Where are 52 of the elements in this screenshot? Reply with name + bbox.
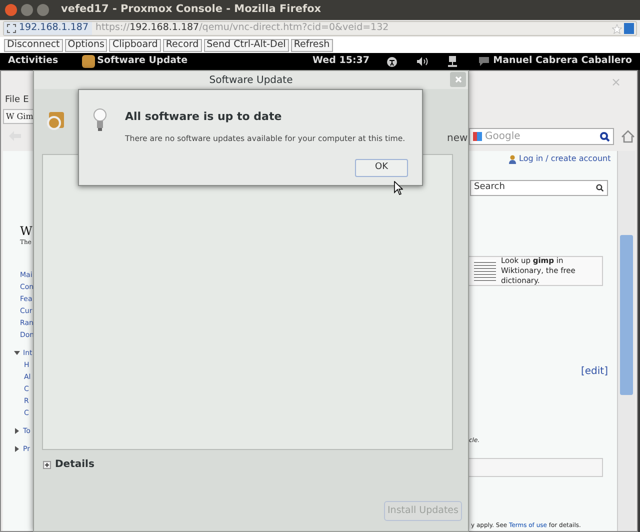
menu-item[interactable]: File: [5, 94, 20, 108]
ok-button[interactable]: OK: [355, 159, 408, 177]
toolbar-button[interactable]: Options: [64, 38, 108, 52]
home-icon[interactable]: [621, 130, 635, 143]
window-title: vefed17 - Proxmox Console - Mozilla Firefox: [61, 2, 322, 18]
clock[interactable]: Wed 15:37: [312, 54, 370, 69]
url-field[interactable]: 192.168.1.187 https://192.168.1.187/qemu/vnc-direct.htm?cid=0&veid=132: [3, 21, 637, 36]
edit-link[interactable]: [edit]: [581, 364, 608, 379]
toolbar-button[interactable]: Send Ctrl-Alt-Del: [204, 38, 289, 52]
accessibility-icon[interactable]: [387, 56, 398, 66]
volume-icon[interactable]: [417, 57, 428, 66]
toolbar-button[interactable]: Refresh: [290, 38, 333, 52]
activities-button[interactable]: Activities: [8, 54, 58, 69]
google-icon: [473, 132, 482, 141]
minimize-icon[interactable]: [21, 4, 33, 16]
lightbulb-icon: [93, 108, 107, 134]
logo-letter: W: [20, 223, 32, 239]
app-icon: [82, 55, 96, 68]
disclosure-icon[interactable]: [14, 350, 20, 356]
expander-icon[interactable]: [43, 460, 51, 468]
user-icon: [509, 154, 516, 164]
alert-title: All software is up to date: [125, 109, 282, 125]
toolbar-button[interactable]: Clipboard: [109, 38, 161, 52]
scrollbar-thumb[interactable]: [620, 235, 633, 395]
toolbar-button[interactable]: Record: [162, 38, 202, 52]
star-icon[interactable]: [612, 24, 622, 34]
text-fragment: new: [447, 132, 468, 146]
wiktionary-thumbnail: [474, 260, 496, 282]
network-icon[interactable]: [448, 56, 458, 67]
close-icon: [454, 76, 462, 83]
update-icon: [45, 109, 67, 131]
app-menu[interactable]: Software Update: [97, 54, 188, 69]
disclosure-icon[interactable]: [14, 446, 20, 452]
menu-item[interactable]: E: [23, 94, 29, 108]
search-icon[interactable]: [596, 184, 604, 192]
wiki-search-field[interactable]: Search: [470, 180, 608, 196]
site-identity[interactable]: 192.168.1.187: [4, 22, 92, 35]
mouse-cursor: [394, 181, 403, 195]
disclosure-icon[interactable]: [14, 428, 20, 434]
close-icon[interactable]: [5, 4, 17, 16]
toolbar-button[interactable]: Disconnect: [4, 38, 63, 52]
url-text: https://192.168.1.187/qemu/vnc-direct.htm?cid=0&veid=132: [96, 21, 389, 36]
login-link[interactable]: Log in / create account: [519, 153, 611, 165]
page-icon: [7, 24, 16, 33]
chat-icon[interactable]: [479, 57, 490, 66]
scrollbar[interactable]: [617, 151, 635, 531]
browser-tab[interactable]: W Gim: [3, 109, 36, 124]
details-expander[interactable]: Details: [55, 457, 94, 472]
window-title: Software Update: [209, 74, 293, 88]
user-menu[interactable]: Manuel Cabrera Caballero: [493, 54, 632, 69]
search-icon[interactable]: [600, 132, 610, 142]
maximize-icon[interactable]: [37, 4, 49, 16]
